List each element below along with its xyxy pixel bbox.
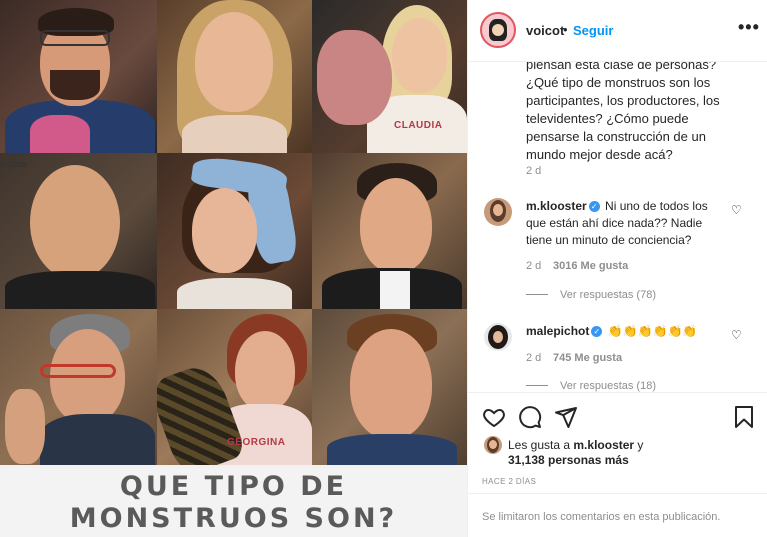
meme-caption-line: QUE TIPO DE	[119, 471, 348, 502]
caption-age: 2 d	[526, 165, 542, 177]
post-actions: Les gusta a m.klooster y 31,138 personas…	[468, 392, 767, 492]
view-replies-button[interactable]: Ver respuestas (18)	[526, 380, 656, 392]
follow-button[interactable]: Seguir	[573, 23, 613, 38]
comments-footer: Se limitaron los comentarios en esta pub…	[468, 493, 767, 537]
collage-photo	[0, 0, 157, 153]
comment-age: 2 d	[526, 352, 542, 364]
photo-collage: CLAUDIA entina GEORGINA	[0, 0, 467, 465]
view-replies-label: Ver respuestas (78)	[560, 289, 656, 301]
meme-caption: QUE TIPO DE MONSTRUOS SON?	[0, 468, 467, 537]
post-timestamp: HACE 2 DÍAS	[482, 477, 537, 486]
like-heart-icon[interactable]	[482, 405, 506, 429]
more-options-icon[interactable]: •••	[738, 17, 760, 38]
save-bookmark-icon[interactable]	[732, 405, 756, 429]
like-comment-heart-icon[interactable]: ♡	[731, 328, 742, 342]
apron-name-label: CLAUDIA	[394, 120, 443, 131]
separator-dot: •	[563, 22, 568, 37]
comments-list[interactable]: piensan esta clase de personas? ¿Qué tip…	[468, 62, 767, 392]
meme-caption-line: MONSTRUOS SON?	[69, 503, 398, 534]
comment-age: 2 d	[526, 260, 542, 272]
commenter-avatar[interactable]	[484, 323, 512, 351]
collage-photo	[312, 153, 467, 309]
likes-summary: Les gusta a m.klooster y	[508, 438, 643, 452]
profile-username[interactable]: voicot	[526, 23, 564, 38]
comment-text: 👏👏👏👏👏👏	[607, 324, 698, 338]
like-comment-heart-icon[interactable]: ♡	[731, 203, 742, 217]
view-replies-button[interactable]: Ver respuestas (78)	[526, 289, 656, 301]
comment-username[interactable]: malepichot	[526, 324, 589, 338]
verified-badge-icon: ✓	[591, 326, 603, 337]
liker-username[interactable]: m.klooster	[573, 438, 634, 452]
likes-prefix: Les gusta a	[508, 438, 574, 452]
post-sidebar: voicot • Seguir ••• piensan esta clase d…	[467, 0, 767, 537]
comments-limited-notice: Se limitaron los comentarios en esta pub…	[482, 511, 721, 523]
share-paper-plane-icon[interactable]	[554, 405, 578, 429]
comment-likes[interactable]: 745 Me gusta	[553, 352, 622, 364]
profile-avatar[interactable]	[480, 12, 516, 48]
comment: m.klooster ✓ Ni uno de todos los que está…	[526, 198, 726, 249]
collage-photo	[0, 309, 157, 465]
post-image[interactable]: CLAUDIA entina GEORGINA QUE TIPO DE MONS…	[0, 0, 467, 537]
collage-photo: CLAUDIA	[312, 0, 467, 153]
likes-count[interactable]: 31,138 personas más	[508, 453, 629, 467]
commenter-avatar[interactable]	[484, 198, 512, 226]
liker-avatar[interactable]	[484, 436, 502, 454]
verified-badge-icon: ✓	[588, 201, 600, 212]
post-header: voicot • Seguir •••	[468, 0, 767, 62]
view-replies-label: Ver respuestas (18)	[560, 380, 656, 392]
collage-photo	[157, 0, 312, 153]
photo-caption: entina	[0, 159, 27, 169]
post-caption: piensan esta clase de personas? ¿Qué tip…	[526, 62, 720, 162]
collage-photo	[312, 309, 467, 465]
collage-photo: entina	[0, 153, 157, 309]
collage-photo: GEORGINA	[157, 309, 312, 465]
likes-suffix: y	[634, 438, 644, 452]
comment-bubble-icon[interactable]	[518, 405, 542, 429]
collage-photo	[157, 153, 312, 309]
apron-name-label: GEORGINA	[227, 437, 286, 448]
comment-username[interactable]: m.klooster	[526, 199, 587, 213]
comment-likes[interactable]: 3016 Me gusta	[553, 260, 628, 272]
comment: malepichot ✓ 👏👏👏👏👏👏	[526, 323, 726, 340]
